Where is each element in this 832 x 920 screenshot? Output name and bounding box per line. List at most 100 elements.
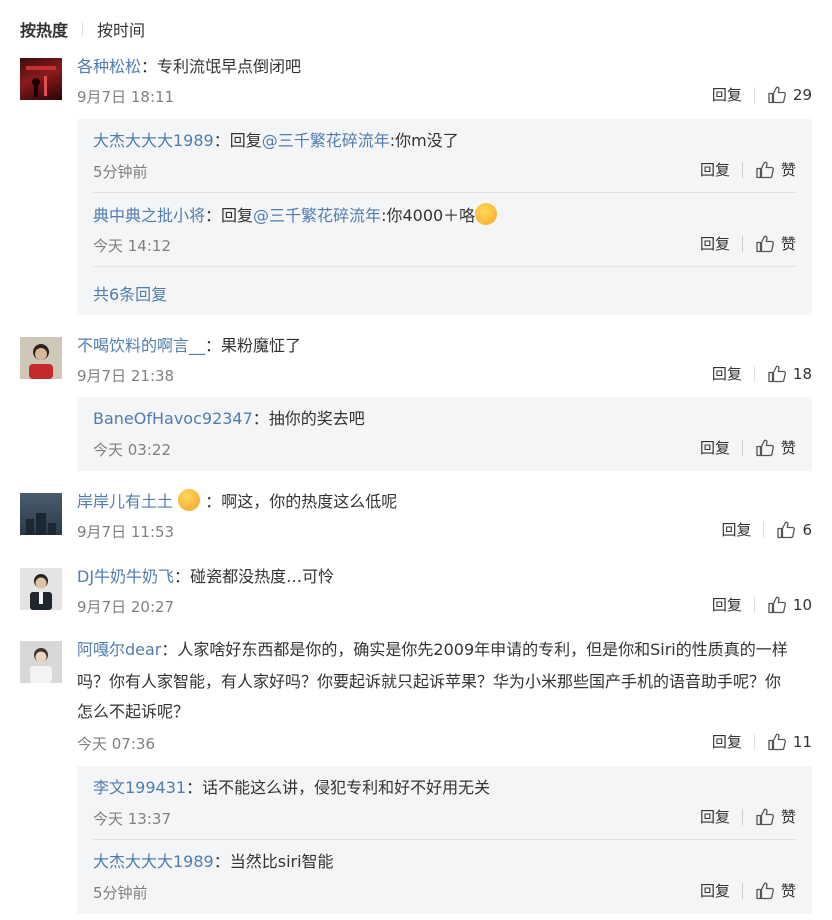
comment-body-line-2: 吗？你有人家智能，有人家好吗？你要起诉就只起诉苹果？华为小米那些国产手机的语音助… bbox=[77, 672, 782, 691]
thumbs-up-icon[interactable] bbox=[767, 364, 787, 384]
reply-actions: 回复 赞 bbox=[700, 806, 796, 827]
divider bbox=[741, 235, 743, 252]
reply-prefix: 回复 bbox=[221, 206, 254, 225]
like-count: 11 bbox=[792, 732, 812, 751]
avatar[interactable] bbox=[20, 58, 62, 100]
sort-bar: 按热度 按时间 bbox=[20, 18, 145, 40]
comment-body-line-3: 怎么不起诉呢？ bbox=[77, 702, 190, 721]
reply-text: 典中典之批小将：回复@三千繁花碎流年:你4000＋咯 bbox=[93, 203, 796, 228]
reply-text: 大杰大大大1989：回复@三千繁花碎流年:你m没了 bbox=[93, 131, 459, 150]
badge-emoji-icon bbox=[178, 489, 201, 511]
thumbs-up-icon[interactable] bbox=[767, 732, 787, 752]
divider bbox=[93, 839, 796, 840]
divider bbox=[82, 22, 84, 36]
like-count: 29 bbox=[792, 85, 812, 104]
reply-button[interactable]: 回复 bbox=[721, 519, 751, 540]
reply-button[interactable]: 回复 bbox=[712, 731, 742, 752]
comment-body: 专利流氓早点倒闭吧 bbox=[157, 57, 302, 76]
reply-actions: 回复 赞 bbox=[700, 233, 796, 254]
reply-item: 大杰大大大1989：当然比siri智能 5分钟前 回复 赞 bbox=[93, 850, 796, 910]
thumbs-up-icon[interactable] bbox=[755, 807, 775, 827]
reply-prefix: 回复 bbox=[229, 131, 262, 150]
username-link[interactable]: 李文199431 bbox=[93, 778, 186, 797]
reply-time: 今天 13:37 bbox=[93, 810, 171, 828]
comment-body: 碰瓷都没热度…可怜 bbox=[190, 567, 335, 586]
username-link[interactable]: DJ牛奶牛奶飞 bbox=[77, 567, 174, 586]
reply-button[interactable]: 回复 bbox=[700, 233, 730, 254]
view-more-replies-link[interactable]: 共6条回复 bbox=[93, 281, 167, 305]
comment: 不喝饮料的啊言__：果粉魔怔了 9月7日 21:38 回复 18 bbox=[20, 333, 812, 393]
username-link[interactable]: 大杰大大大1989 bbox=[93, 852, 214, 871]
comment-time: 9月7日 11:53 bbox=[77, 523, 175, 541]
comment-body: 人家啥好东西都是你的，确实是你先2009年申请的专利，但是你和Siri的性质真的… bbox=[177, 640, 788, 659]
thumbs-up-icon[interactable] bbox=[755, 438, 775, 458]
username-link[interactable]: 岸岸儿有土土 bbox=[77, 492, 173, 511]
reply-body: 话不能这么讲，侵犯专利和好不好用无关 bbox=[202, 778, 491, 797]
reply-button[interactable]: 回复 bbox=[700, 806, 730, 827]
reply-list: 李文199431：话不能这么讲，侵犯专利和好不好用无关 今天 13:37 回复 … bbox=[77, 766, 812, 914]
username-link[interactable]: 阿嘎尔dear bbox=[77, 640, 161, 659]
comment-time: 9月7日 21:38 bbox=[77, 367, 175, 385]
username-link[interactable]: 不喝饮料的啊言__ bbox=[77, 336, 205, 355]
like-count: 6 bbox=[802, 520, 812, 539]
mention-link[interactable]: @三千繁花碎流年 bbox=[253, 206, 381, 225]
laughing-emoji-icon bbox=[475, 203, 498, 225]
like-label[interactable]: 赞 bbox=[781, 159, 796, 180]
reply-item: 李文199431：话不能这么讲，侵犯专利和好不好用无关 今天 13:37 回复 … bbox=[93, 776, 796, 836]
thumbs-up-icon[interactable] bbox=[755, 160, 775, 180]
comment-text: 阿嘎尔dear：人家啥好东西都是你的，确实是你先2009年申请的专利，但是你和S… bbox=[77, 640, 788, 659]
divider bbox=[753, 365, 755, 382]
like-count: 18 bbox=[792, 364, 812, 383]
thumbs-up-icon[interactable] bbox=[755, 234, 775, 254]
reply-text: 李文199431：话不能这么讲，侵犯专利和好不好用无关 bbox=[93, 778, 491, 797]
mention-link[interactable]: @三千繁花碎流年 bbox=[262, 131, 390, 150]
reply-button[interactable]: 回复 bbox=[712, 594, 742, 615]
comment-actions: 回复 10 bbox=[712, 594, 812, 615]
avatar[interactable] bbox=[20, 337, 62, 379]
reply-button[interactable]: 回复 bbox=[700, 159, 730, 180]
reply-button[interactable]: 回复 bbox=[700, 880, 730, 901]
thumbs-up-icon[interactable] bbox=[776, 520, 796, 540]
username-link[interactable]: 各种松松 bbox=[77, 57, 141, 76]
comment-text: 不喝饮料的啊言__：果粉魔怔了 bbox=[77, 336, 302, 355]
like-count: 10 bbox=[792, 595, 812, 614]
reply-button[interactable]: 回复 bbox=[700, 437, 730, 458]
divider bbox=[93, 266, 796, 267]
reply-list: BaneOfHavoc92347：抽你的奖去吧 今天 03:22 回复 赞 bbox=[77, 397, 812, 471]
like-label[interactable]: 赞 bbox=[781, 437, 796, 458]
thumbs-up-icon[interactable] bbox=[767, 85, 787, 105]
like-label[interactable]: 赞 bbox=[781, 233, 796, 254]
avatar[interactable] bbox=[20, 568, 62, 610]
comment-body: 果粉魔怔了 bbox=[221, 336, 302, 355]
username-link[interactable]: 大杰大大大1989 bbox=[93, 131, 214, 150]
reply-actions: 回复 赞 bbox=[700, 159, 796, 180]
avatar[interactable] bbox=[20, 641, 62, 683]
comment-actions: 回复 6 bbox=[721, 519, 812, 540]
sort-by-hot-tab[interactable]: 按热度 bbox=[20, 17, 68, 41]
thumbs-up-icon[interactable] bbox=[767, 595, 787, 615]
username-link[interactable]: 典中典之批小将 bbox=[93, 206, 205, 225]
thumbs-up-icon[interactable] bbox=[755, 881, 775, 901]
comment: 阿嘎尔dear：人家啥好东西都是你的，确实是你先2009年申请的专利，但是你和S… bbox=[20, 637, 812, 757]
reply-actions: 回复 赞 bbox=[700, 437, 796, 458]
username-link[interactable]: BaneOfHavoc92347 bbox=[93, 409, 253, 428]
divider bbox=[763, 521, 765, 538]
reply-item: BaneOfHavoc92347：抽你的奖去吧 今天 03:22 回复 赞 bbox=[93, 407, 796, 467]
like-label[interactable]: 赞 bbox=[781, 880, 796, 901]
avatar[interactable] bbox=[20, 493, 62, 535]
comment-text: DJ牛奶牛奶飞：碰瓷都没热度…可怜 bbox=[77, 567, 335, 586]
reply-body: :你m没了 bbox=[389, 131, 459, 150]
reply-body: 抽你的奖去吧 bbox=[268, 409, 365, 428]
reply-button[interactable]: 回复 bbox=[712, 363, 742, 384]
sort-by-time-tab[interactable]: 按时间 bbox=[97, 17, 145, 41]
reply-item: 大杰大大大1989：回复@三千繁花碎流年:你m没了 5分钟前 回复 赞 bbox=[93, 129, 796, 189]
comment-text: 各种松松：专利流氓早点倒闭吧 bbox=[77, 57, 302, 76]
reply-time: 5分钟前 bbox=[93, 884, 148, 902]
divider bbox=[753, 596, 755, 613]
reply-button[interactable]: 回复 bbox=[712, 84, 742, 105]
divider bbox=[753, 733, 755, 750]
reply-time: 今天 14:12 bbox=[93, 237, 171, 255]
like-label[interactable]: 赞 bbox=[781, 806, 796, 827]
reply-body: 当然比siri智能 bbox=[229, 852, 334, 871]
comment-actions: 回复 11 bbox=[712, 731, 812, 752]
